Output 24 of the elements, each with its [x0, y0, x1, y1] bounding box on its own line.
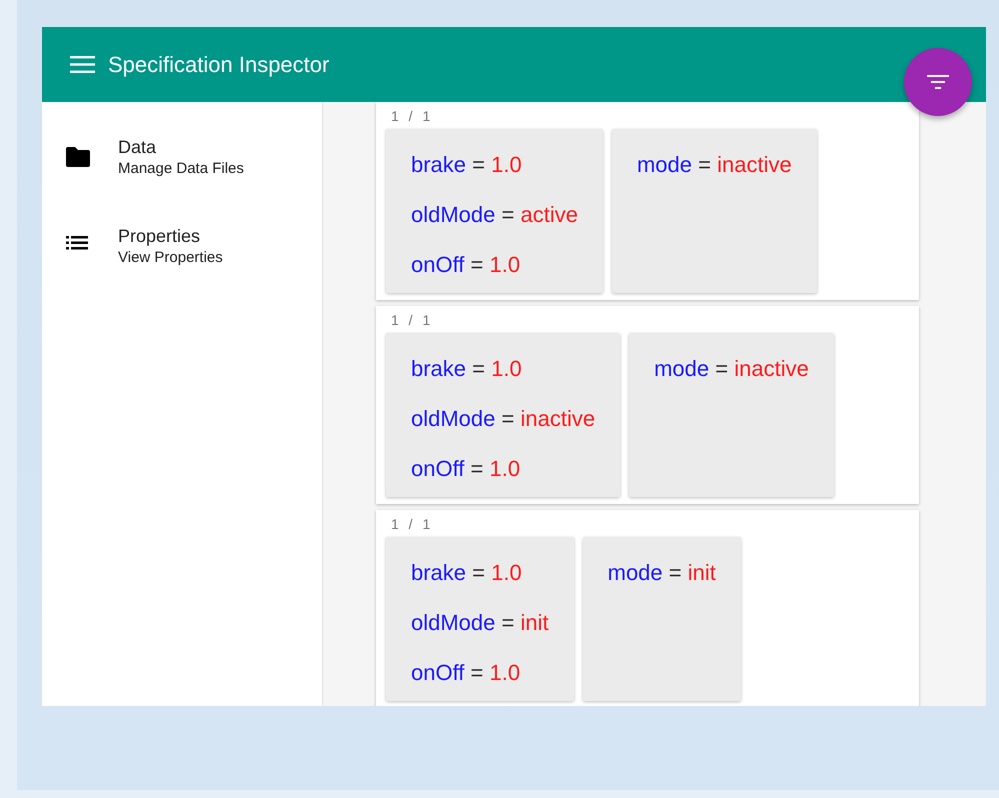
nav-item-title[interactable]: Properties — [118, 224, 223, 248]
variable-assignment: onOff = 1.0 — [411, 659, 522, 687]
filter-icon — [927, 75, 949, 89]
menu-icon[interactable] — [70, 56, 95, 73]
variable-assignment: mode = inactive — [636, 151, 792, 179]
list-icon — [66, 236, 88, 250]
variable-assignment: brake = 1.0 — [411, 151, 523, 179]
nav-item-subtitle: Manage Data Files — [118, 159, 244, 179]
page-counter: 1 / 1 — [390, 516, 430, 532]
nav-item-subtitle: View Properties — [118, 248, 223, 268]
app-title: Specification Inspector — [108, 52, 330, 78]
variable-assignment: mode = inactive — [654, 355, 809, 383]
variable-assignment: onOff = 1.0 — [411, 455, 522, 483]
variable-assignment: brake = 1.0 — [411, 355, 523, 383]
folder-icon — [66, 147, 90, 167]
variable-assignment: oldMode = inactive — [411, 405, 596, 433]
variable-assignment: oldMode = active — [411, 201, 578, 229]
variable-assignment: onOff = 1.0 — [411, 251, 522, 279]
page-counter: 1 / 1 — [390, 108, 430, 124]
variable-assignment: brake = 1.0 — [411, 559, 523, 587]
variable-assignment: oldMode = init — [411, 609, 549, 637]
variable-assignment: mode = init — [608, 559, 716, 587]
nav-item-title[interactable]: Data — [118, 135, 244, 159]
page-counter: 1 / 1 — [390, 312, 430, 328]
